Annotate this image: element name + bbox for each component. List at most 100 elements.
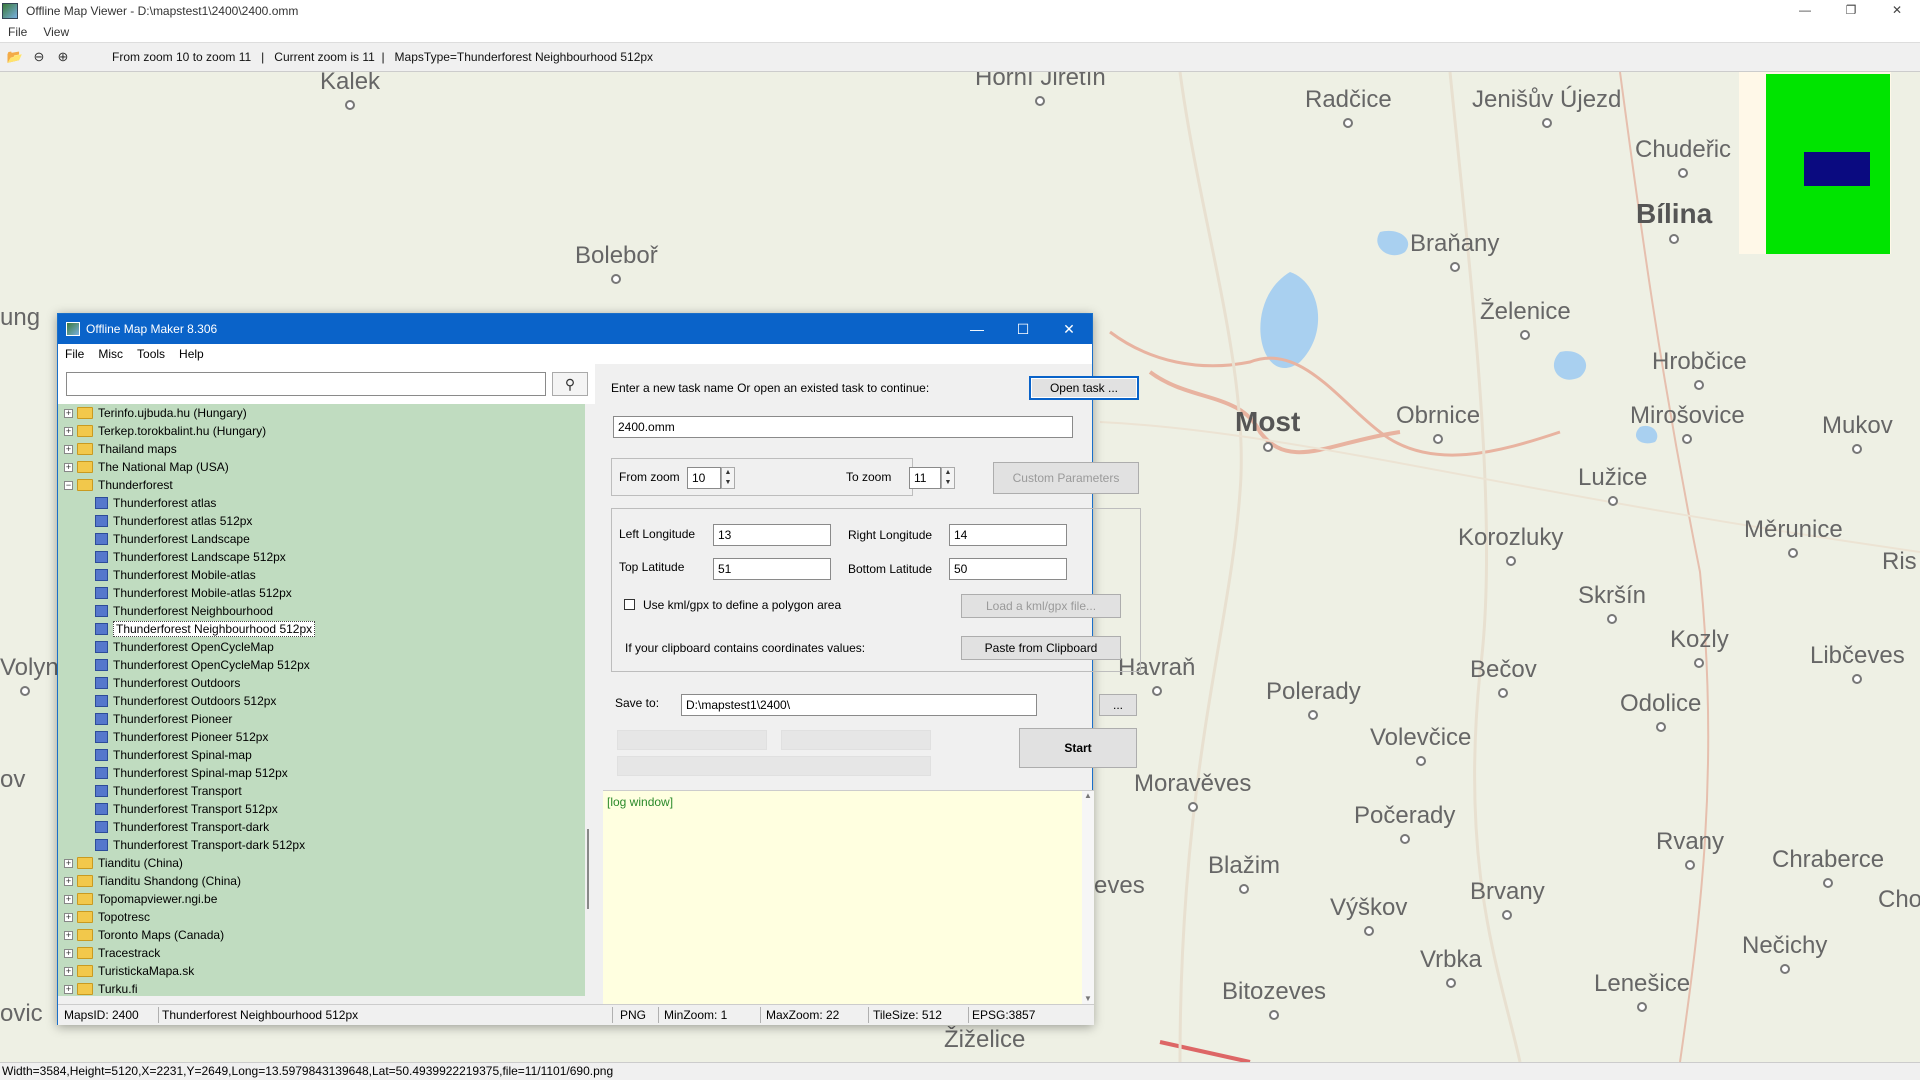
tree-map-node[interactable]: Thunderforest Mobile-atlas <box>58 566 585 584</box>
place-label: Moravěves <box>1134 770 1251 812</box>
expand-icon[interactable]: + <box>64 984 73 994</box>
tree-map-node[interactable]: Thunderforest Outdoors <box>58 674 585 692</box>
minimap-viewport[interactable] <box>1804 152 1870 186</box>
map-icon <box>95 785 108 797</box>
place-label: Polerady <box>1266 678 1361 720</box>
tree-map-node[interactable]: Thunderforest Mobile-atlas 512px <box>58 584 585 602</box>
from-zoom-stepper[interactable]: ▲ ▼ <box>721 467 735 489</box>
tree-map-node[interactable]: Thunderforest OpenCycleMap <box>58 638 585 656</box>
tree-map-node[interactable]: Thunderforest Landscape 512px <box>58 548 585 566</box>
menu-view[interactable]: View <box>35 25 77 39</box>
map-icon <box>95 695 108 707</box>
menu-file[interactable]: File <box>58 347 91 361</box>
restore-icon[interactable]: ❐ <box>1828 0 1874 22</box>
folder-icon <box>77 947 93 959</box>
expand-icon[interactable]: + <box>64 948 73 958</box>
expand-icon[interactable]: + <box>64 930 73 940</box>
open-task-button[interactable]: Open task ... <box>1029 376 1139 400</box>
zoom-in-icon[interactable]: ⊕ <box>54 48 72 66</box>
search-button[interactable]: ⚲ <box>552 372 588 396</box>
menu-file[interactable]: File <box>0 25 35 39</box>
tree-map-node[interactable]: Thunderforest OpenCycleMap 512px <box>58 656 585 674</box>
tree-folder-node[interactable]: + Topotresc <box>58 908 585 926</box>
expand-icon[interactable]: + <box>64 444 73 454</box>
tree-folder-node[interactable]: + Tianditu (China) <box>58 854 585 872</box>
expand-icon[interactable]: + <box>64 462 73 472</box>
tree-map-node[interactable]: Thunderforest atlas <box>58 494 585 512</box>
custom-parameters-button[interactable]: Custom Parameters <box>993 462 1139 494</box>
expand-icon[interactable]: + <box>64 858 73 868</box>
tree-scrollbar[interactable] <box>585 404 595 996</box>
expand-icon[interactable]: + <box>64 894 73 904</box>
place-label: ovic <box>0 1000 43 1027</box>
tree-map-node[interactable]: Thunderforest Landscape <box>58 530 585 548</box>
tree-map-node[interactable]: Thunderforest atlas 512px <box>58 512 585 530</box>
maximize-icon[interactable]: ☐ <box>1000 314 1046 344</box>
tree-folder-node[interactable]: + Tianditu Shandong (China) <box>58 872 585 890</box>
start-button[interactable]: Start <box>1019 728 1137 768</box>
tree-node-label: Thunderforest Transport-dark 512px <box>113 838 306 852</box>
zoom-out-icon[interactable]: ⊖ <box>30 48 48 66</box>
kml-checkbox[interactable] <box>624 599 635 610</box>
left-longitude-input[interactable] <box>713 524 831 546</box>
tree-folder-node[interactable]: + Terinfo.ujbuda.hu (Hungary) <box>58 404 585 422</box>
tree-map-node[interactable]: Thunderforest Transport <box>58 782 585 800</box>
save-path-input[interactable] <box>681 694 1037 716</box>
log-scrollbar[interactable]: ▲ ▼ <box>1082 791 1094 1005</box>
tree-map-node[interactable]: Thunderforest Transport-dark <box>58 818 585 836</box>
paste-clipboard-button[interactable]: Paste from Clipboard <box>961 636 1121 660</box>
task-name-input[interactable] <box>613 416 1073 438</box>
expand-icon[interactable]: + <box>64 912 73 922</box>
map-source-tree[interactable]: + Terinfo.ujbuda.hu (Hungary) + Terkep.toro… <box>58 404 585 996</box>
tree-folder-node[interactable]: + Toronto Maps (Canada) <box>58 926 585 944</box>
tree-map-node[interactable]: Thunderforest Spinal-map <box>58 746 585 764</box>
menu-misc[interactable]: Misc <box>91 347 130 361</box>
to-zoom-input[interactable] <box>909 467 941 489</box>
tree-node-label: Thunderforest Neighbourhood <box>113 604 274 618</box>
tree-folder-node[interactable]: + Topomapviewer.ngi.be <box>58 890 585 908</box>
close-icon[interactable]: ✕ <box>1046 314 1092 344</box>
minimap[interactable] <box>1739 72 1891 254</box>
map-icon <box>95 641 108 653</box>
minimize-icon[interactable]: — <box>954 314 1000 344</box>
expand-icon[interactable]: + <box>64 408 73 418</box>
open-folder-icon[interactable]: 📂 <box>6 48 24 66</box>
tree-map-node[interactable]: Thunderforest Spinal-map 512px <box>58 764 585 782</box>
log-window[interactable]: [log window] ▲ ▼ <box>603 790 1094 1005</box>
tree-map-node[interactable]: Thunderforest Neighbourhood <box>58 602 585 620</box>
tree-map-node[interactable]: Thunderforest Pioneer <box>58 710 585 728</box>
maker-window-title: Offline Map Maker 8.306 <box>86 322 218 336</box>
tree-folder-node[interactable]: + Thailand maps <box>58 440 585 458</box>
tree-folder-node[interactable]: + The National Map (USA) <box>58 458 585 476</box>
tree-map-node[interactable]: Thunderforest Pioneer 512px <box>58 728 585 746</box>
tree-folder-node[interactable]: + Turku.fi <box>58 980 585 996</box>
tree-map-node[interactable]: Thunderforest Transport-dark 512px <box>58 836 585 854</box>
minimize-icon[interactable]: — <box>1782 0 1828 22</box>
browse-button[interactable]: ... <box>1099 694 1137 716</box>
expand-icon[interactable]: + <box>64 966 73 976</box>
expand-icon[interactable]: + <box>64 426 73 436</box>
tree-map-node[interactable]: Thunderforest Outdoors 512px <box>58 692 585 710</box>
menu-help[interactable]: Help <box>172 347 211 361</box>
tree-folder-node[interactable]: + TuristickaMapa.sk <box>58 962 585 980</box>
top-latitude-input[interactable] <box>713 558 831 580</box>
tree-folder-node[interactable]: − Thunderforest <box>58 476 585 494</box>
from-zoom-input[interactable] <box>687 467 721 489</box>
map-icon <box>95 605 108 617</box>
bottom-latitude-input[interactable] <box>949 558 1067 580</box>
tree-map-node[interactable]: Thunderforest Neighbourhood 512px <box>58 620 585 638</box>
collapse-icon[interactable]: − <box>64 480 73 490</box>
tree-folder-node[interactable]: + Tracestrack <box>58 944 585 962</box>
place-label: Bečov <box>1470 656 1537 698</box>
folder-icon <box>77 983 93 995</box>
search-input[interactable] <box>66 372 546 396</box>
right-longitude-input[interactable] <box>949 524 1067 546</box>
expand-icon[interactable]: + <box>64 876 73 886</box>
tree-scrollbar-thumb[interactable] <box>587 829 589 909</box>
load-kml-button[interactable]: Load a kml/gpx file... <box>961 594 1121 618</box>
tree-folder-node[interactable]: + Terkep.torokbalint.hu (Hungary) <box>58 422 585 440</box>
to-zoom-stepper[interactable]: ▲ ▼ <box>941 467 955 489</box>
close-icon[interactable]: ✕ <box>1874 0 1920 22</box>
menu-tools[interactable]: Tools <box>130 347 172 361</box>
tree-map-node[interactable]: Thunderforest Transport 512px <box>58 800 585 818</box>
